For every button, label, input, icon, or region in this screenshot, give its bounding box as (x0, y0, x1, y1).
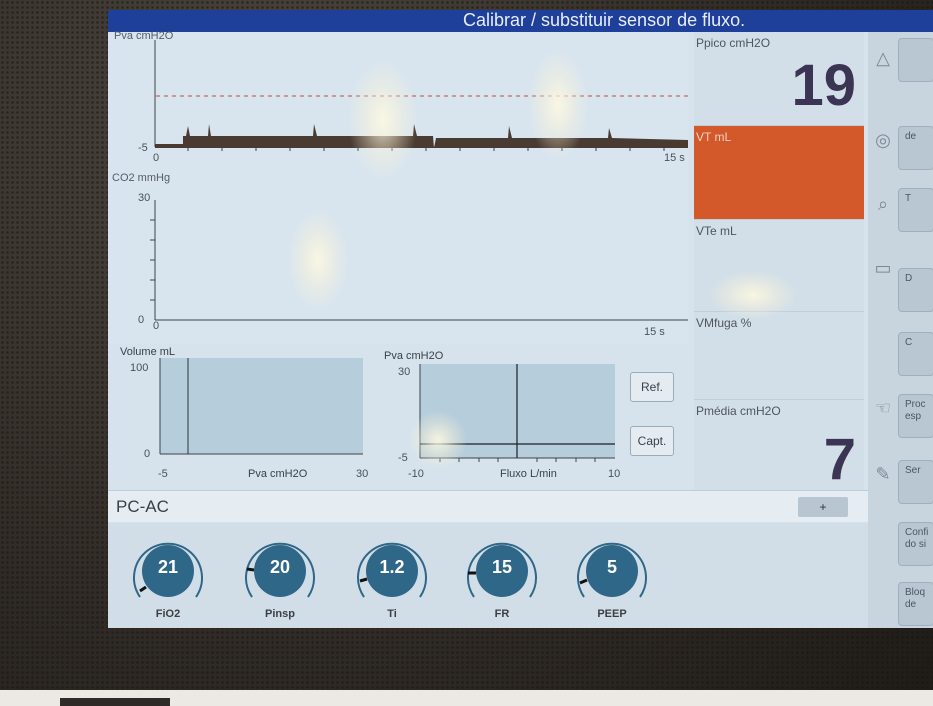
sensor-loop-icon[interactable]: ◎ (872, 130, 894, 152)
side-button-4[interactable]: D (898, 268, 933, 312)
waveform-graphics (150, 40, 688, 321)
pmedia-cell[interactable]: Pmédia cmH2O 7 (694, 400, 864, 492)
hand-icon[interactable]: ☜ (872, 398, 894, 420)
co2-wave-label: CO2 mmHg (112, 172, 171, 184)
co2-wave-xstart: 0 (153, 320, 160, 332)
volume-loop-ymin: 0 (144, 448, 151, 460)
side-button-column: △ ◎ de ⌕ T ▭ D C ☜ Proc esp ✎ Ser Confi … (868, 32, 933, 628)
vte-label: VTe mL (696, 224, 737, 238)
ventilator-screen: Calibrar / substituir sensor de fluxo. P… (108, 10, 933, 628)
zoom-icon[interactable]: ⌕ (872, 194, 894, 216)
side-button-system-config[interactable]: Confi do si (898, 522, 933, 566)
alarm-message: Calibrar / substituir sensor de fluxo. (463, 10, 746, 30)
pressure-waveform (155, 124, 688, 148)
vmfuga-label: VMfuga % (696, 316, 752, 330)
side-button-2[interactable]: de (898, 126, 933, 170)
knob-value: 21 (157, 557, 179, 577)
flow-loop-ymin: -5 (398, 452, 408, 464)
knob-fr[interactable]: 15 FR (462, 533, 542, 620)
pressure-wave-ymin: -5 (138, 142, 148, 154)
knob-value: 15 (491, 557, 513, 577)
side-button-5[interactable]: C (898, 332, 933, 376)
flow-loop-xmax: 10 (608, 468, 621, 480)
knob-ti[interactable]: 1.2 Ti (352, 533, 432, 620)
flow-loop-ymax: 30 (398, 366, 411, 378)
volume-loop-xmax: 30 (356, 468, 369, 480)
pressure-wave-xend: 15 s (664, 152, 685, 164)
vmfuga-cell[interactable]: VMfuga % (694, 312, 864, 400)
pressure-wave-label: Pva cmH2O (114, 30, 174, 42)
knob-fio2[interactable]: 21 FiO2 (128, 533, 208, 620)
vt-label: VT mL (696, 130, 732, 144)
side-button-procedures[interactable]: Proc esp (898, 394, 933, 438)
loop-area: Volume mL 100 0 -5 Pva cmH2O 30 Pva cmH2… (108, 336, 694, 490)
capture-button[interactable]: Capt. (630, 426, 674, 456)
volume-loop-xmin: -5 (158, 468, 168, 480)
ppico-label: Ppico cmH2O (696, 36, 771, 50)
co2-wave-ymax: 30 (138, 192, 151, 204)
side-button-1[interactable] (898, 38, 933, 82)
pressure-wave-xstart: 0 (153, 152, 160, 164)
window-icon[interactable]: ▭ (872, 258, 894, 280)
side-button-lock[interactable]: Bloq de (898, 582, 933, 626)
knob-label: FiO2 (155, 608, 181, 620)
flow-loop-ylabel: Pva cmH2O (384, 350, 444, 362)
volume-loop-ylabel: Volume mL (120, 346, 176, 358)
ppico-value: 19 (791, 53, 856, 118)
knob-label: Pinsp (265, 608, 295, 620)
monitoring-panel: Ppico cmH2O 19 VT mL VTe mL VMfuga % Pmé… (694, 32, 864, 492)
knob-label: Ti (387, 608, 397, 620)
flow-loop-xmin: -10 (408, 468, 424, 480)
knob-value: 1.2 (379, 557, 405, 577)
co2-wave-ymin: 0 (138, 314, 145, 326)
alarm-triangle-icon[interactable]: △ (872, 48, 894, 70)
waveform-area: Pva cmH2O -5 0 15 s CO2 mmHg 30 0 0 15 s (108, 30, 688, 344)
vt-cell[interactable]: VT mL (694, 126, 864, 220)
expand-button[interactable]: + (798, 497, 848, 517)
ref-button[interactable]: Ref. (630, 372, 674, 402)
mode-bar: PC-AC + (108, 490, 868, 522)
knob-label: PEEP (597, 608, 627, 620)
side-button-services[interactable]: Ser (898, 460, 933, 504)
volume-loop-xlabel: Pva cmH2O (248, 468, 308, 480)
brand-mark (60, 698, 170, 706)
vte-cell[interactable]: VTe mL (694, 220, 864, 312)
knob-pinsp[interactable]: 20 Pinsp (240, 533, 320, 620)
side-button-3[interactable]: T (898, 188, 933, 232)
alarm-bar[interactable]: Calibrar / substituir sensor de fluxo. (108, 10, 933, 32)
knob-peep[interactable]: 5 PEEP (572, 533, 652, 620)
settings-knob-area: 21 FiO2 20 Pinsp 1.2 Ti 15 FR 5 PEEP (108, 523, 868, 628)
knob-value: 5 (606, 557, 617, 577)
volume-loop-plot (160, 358, 363, 454)
pmedia-label: Pmédia cmH2O (696, 404, 781, 418)
ppico-cell[interactable]: Ppico cmH2O 19 (694, 32, 864, 126)
pmedia-value: 7 (823, 427, 856, 492)
knob-label: FR (494, 608, 510, 620)
flow-loop-xlabel: Fluxo L/min (500, 468, 557, 480)
ventilation-mode[interactable]: PC-AC (116, 497, 169, 517)
tools-icon[interactable]: ✎ (872, 464, 894, 486)
knob-value: 20 (269, 557, 291, 577)
volume-loop-ymax: 100 (130, 362, 149, 374)
